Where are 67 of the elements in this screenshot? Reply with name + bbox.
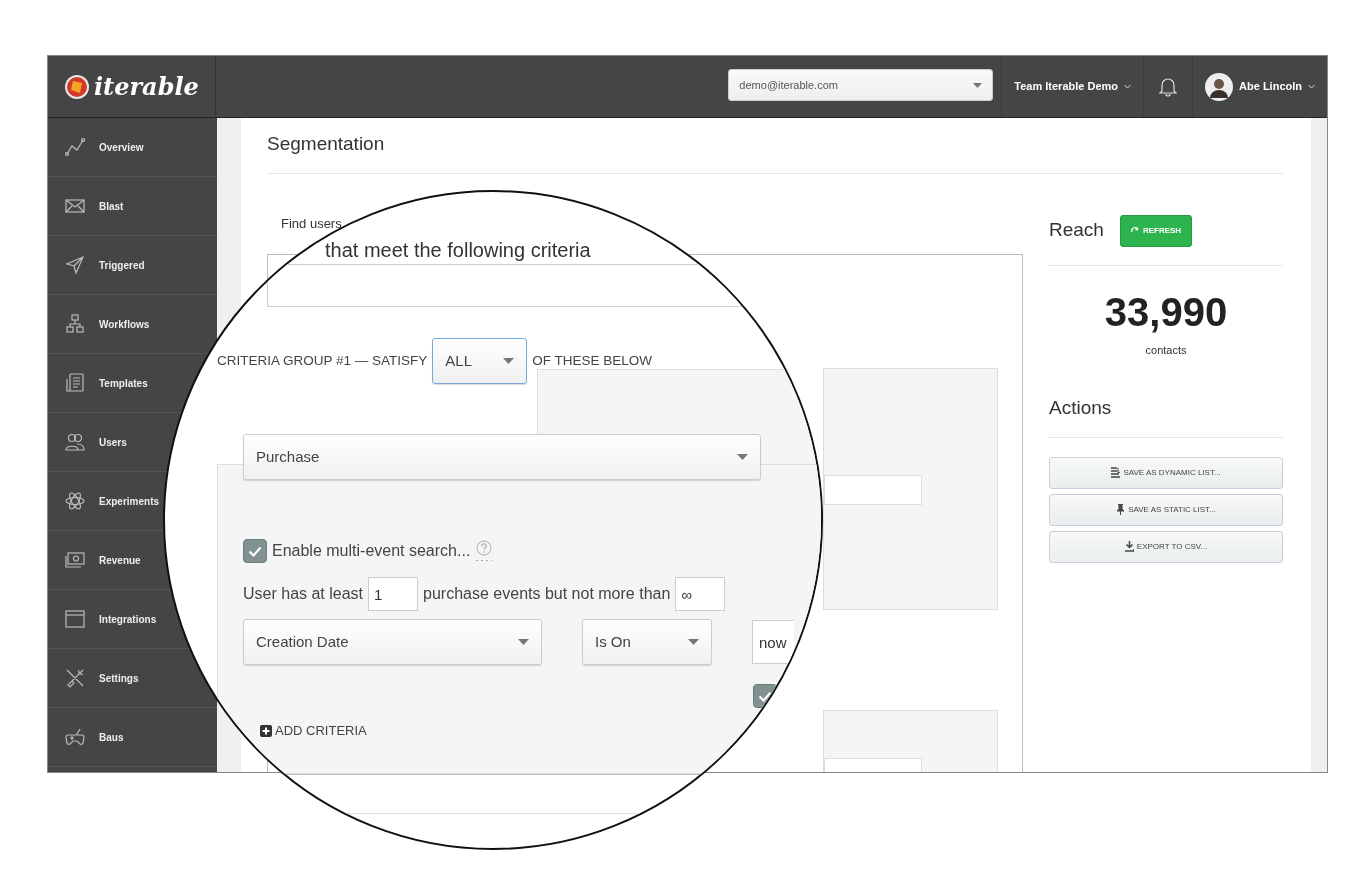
check-icon bbox=[758, 690, 772, 702]
refresh-icon bbox=[1130, 226, 1139, 235]
actions-heading: Actions bbox=[1049, 397, 1112, 418]
max-count-field[interactable]: ∞ bbox=[675, 577, 726, 611]
group-suffix: OF THESE BELOW bbox=[532, 351, 653, 370]
sidebar-link[interactable]: Experiments bbox=[99, 493, 160, 509]
paper-plane-icon[interactable] bbox=[65, 255, 85, 275]
criteria-heading: that meet the following criteria bbox=[325, 238, 591, 262]
sidebar-link[interactable]: Triggered bbox=[99, 257, 145, 273]
line-chart-icon[interactable] bbox=[65, 137, 85, 157]
tools-icon[interactable] bbox=[65, 668, 85, 688]
document-icon[interactable] bbox=[65, 373, 85, 393]
sidebar-link[interactable]: Users bbox=[99, 434, 127, 450]
action-button[interactable]: SAVE AS DYNAMIC LIST... bbox=[1049, 456, 1283, 489]
sidebar-link[interactable]: Workflows bbox=[99, 316, 150, 332]
reach-unit: contacts bbox=[1145, 343, 1187, 356]
field-select[interactable]: Creation Date bbox=[243, 619, 542, 665]
money-icon[interactable] bbox=[65, 550, 85, 570]
sidebar-link[interactable]: Blast bbox=[99, 198, 124, 214]
caret-icon bbox=[737, 454, 748, 460]
chevron-icon bbox=[1308, 84, 1315, 89]
event-select[interactable]: Purchase bbox=[243, 434, 761, 480]
min-count-field[interactable]: 1 bbox=[368, 577, 419, 611]
hierarchy-icon[interactable] bbox=[65, 314, 85, 334]
caret-icon bbox=[503, 358, 515, 364]
find-label: Find users bbox=[281, 215, 342, 231]
pin-icon bbox=[1116, 504, 1126, 515]
logo[interactable]: iterable bbox=[94, 68, 199, 105]
action-button[interactable]: EXPORT TO CSV... bbox=[1049, 530, 1283, 563]
logo-icon bbox=[64, 73, 90, 100]
match-select[interactable]: ALL bbox=[432, 338, 528, 384]
bell-icon[interactable] bbox=[1158, 76, 1179, 97]
window-icon[interactable] bbox=[65, 609, 85, 629]
envelope-icon[interactable] bbox=[65, 196, 85, 216]
sidebar-link[interactable]: Integrations bbox=[99, 611, 157, 627]
download-icon bbox=[1124, 541, 1134, 552]
add-criteria-link[interactable]: ADD CRITERIA bbox=[260, 721, 367, 741]
caret-icon bbox=[518, 639, 529, 645]
checkbox-label: Enable multi-event search... bbox=[272, 541, 471, 561]
group-label: CRITERIA GROUP #1 — SATISFY bbox=[217, 351, 428, 370]
input-field[interactable] bbox=[824, 475, 922, 505]
operator-select[interactable]: Is On bbox=[582, 619, 712, 665]
account-select[interactable]: demo@iterable.com bbox=[728, 69, 994, 101]
caret-icon bbox=[688, 639, 699, 645]
sidebar-link[interactable]: Revenue bbox=[99, 552, 141, 568]
chevron-icon bbox=[1124, 84, 1132, 89]
count-label: purchase events but not more than bbox=[423, 584, 671, 604]
users-icon[interactable] bbox=[65, 432, 85, 452]
checkbox[interactable] bbox=[243, 539, 267, 563]
team-menu[interactable]: Team Iterable Demo bbox=[1001, 56, 1144, 117]
reach-heading: Reach bbox=[1049, 218, 1104, 243]
check-icon bbox=[248, 545, 262, 557]
user-menu[interactable]: Abe Lincoln bbox=[1192, 56, 1327, 117]
gamepad-icon[interactable] bbox=[65, 727, 85, 747]
action-button[interactable]: SAVE AS STATIC LIST... bbox=[1049, 493, 1283, 526]
list-icon bbox=[1111, 467, 1121, 478]
sidebar-link[interactable]: Templates bbox=[99, 375, 148, 391]
reach-count: 33,990 bbox=[1103, 288, 1229, 336]
sidebar-link[interactable]: Overview bbox=[99, 139, 144, 155]
sidebar-link[interactable]: Settings bbox=[99, 670, 139, 686]
count-label: User has at least bbox=[243, 584, 364, 604]
page-title: Segmentation bbox=[267, 130, 1283, 174]
avatar bbox=[1205, 72, 1234, 101]
atom-icon[interactable] bbox=[65, 491, 85, 511]
caret-icon bbox=[973, 82, 983, 88]
sidebar-link[interactable]: Baus bbox=[99, 729, 124, 745]
date-field[interactable]: now bbox=[752, 620, 794, 664]
